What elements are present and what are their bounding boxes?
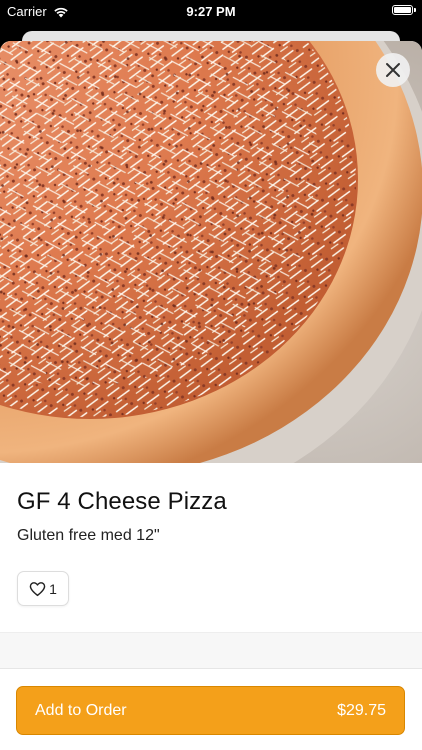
pizza-image [0, 41, 422, 463]
battery-level [394, 7, 411, 13]
like-button[interactable]: 1 [17, 571, 69, 606]
like-count: 1 [49, 580, 57, 597]
order-footer: Add to Order $29.75 [0, 668, 422, 750]
battery-icon [392, 5, 416, 15]
close-icon [386, 63, 400, 77]
item-title: GF 4 Cheese Pizza [17, 488, 227, 515]
add-to-order-label: Add to Order [35, 701, 127, 719]
section-divider [0, 632, 422, 669]
item-detail-sheet: GF 4 Cheese Pizza Gluten free med 12" 1 … [0, 41, 422, 750]
status-bar: Carrier 9:27 PM [0, 0, 422, 24]
close-button[interactable] [376, 53, 410, 87]
app-screen: Carrier 9:27 PM GF 4 Cheese Pizza Gluten… [0, 0, 422, 750]
status-time: 9:27 PM [186, 4, 236, 19]
heart-icon [29, 581, 46, 596]
add-to-order-button[interactable]: Add to Order $29.75 [16, 686, 405, 735]
item-description: Gluten free med 12" [17, 527, 160, 544]
item-price: $29.75 [337, 701, 386, 719]
